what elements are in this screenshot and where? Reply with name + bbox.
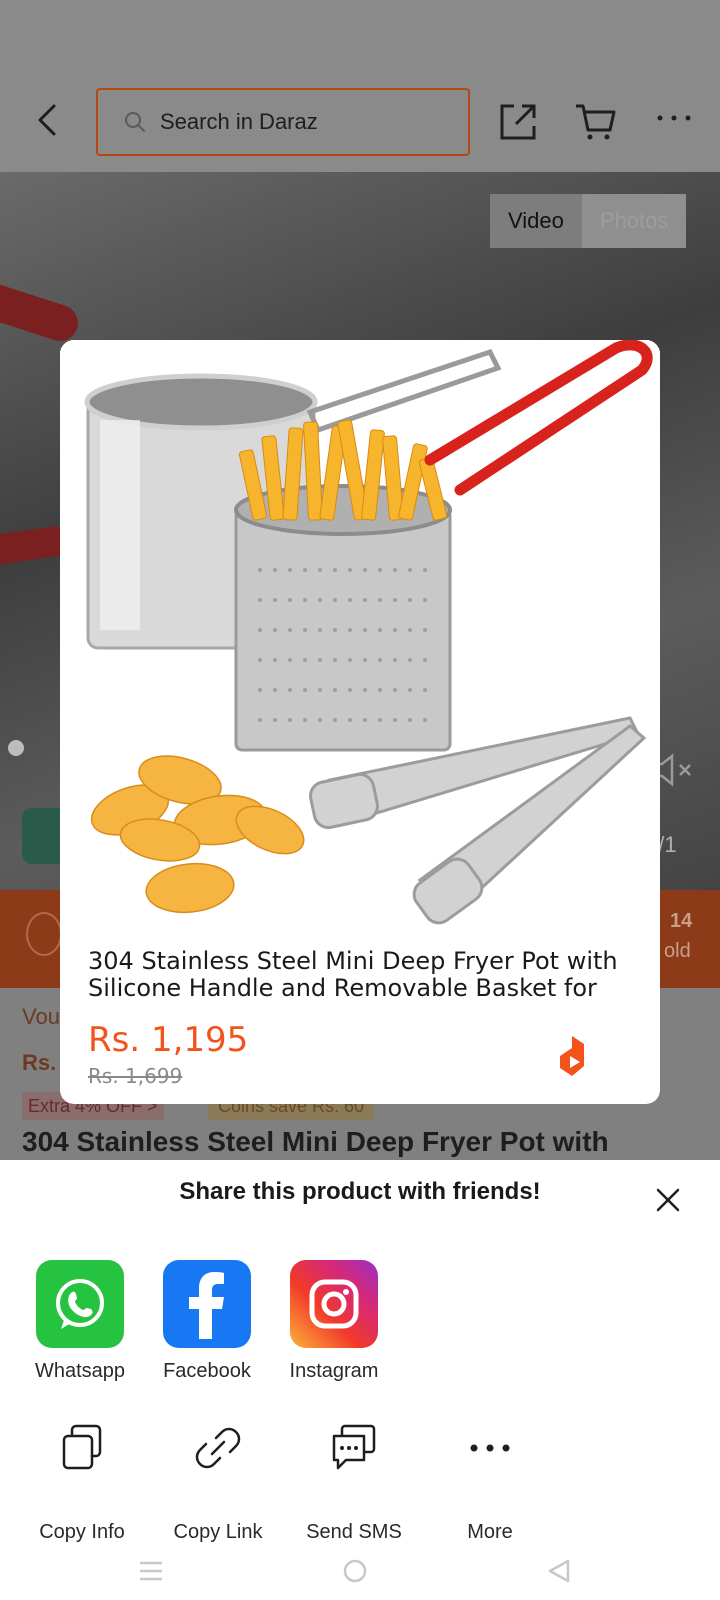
search-placeholder: Search in Daraz [160, 109, 318, 134]
daraz-logo-icon [560, 1036, 584, 1076]
tab-photos[interactable]: Photos [581, 194, 687, 248]
recent-apps-icon[interactable] [138, 1558, 164, 1584]
copy-info-label: Copy Info [39, 1521, 125, 1543]
send-sms-button[interactable]: Send SMS [294, 1418, 414, 1544]
more-options-icon[interactable] [652, 108, 696, 128]
card-price: Rs. 1,195 [88, 1020, 249, 1060]
copy-link-label: Copy Link [173, 1521, 263, 1543]
close-icon[interactable] [650, 1182, 686, 1218]
share-icon[interactable] [496, 100, 540, 144]
card-old-price: Rs. 1,699 [88, 1064, 183, 1088]
share-whatsapp-button[interactable]: Whatsapp [25, 1260, 135, 1383]
whatsapp-icon [36, 1260, 124, 1348]
send-sms-label: Send SMS [306, 1521, 402, 1543]
media-decoration [8, 740, 24, 756]
card-product-title: 304 Stainless Steel Mini Deep Fryer Pot … [88, 947, 618, 1002]
sms-icon [332, 1424, 376, 1470]
facebook-label: Facebook [163, 1360, 251, 1382]
more-label: More [467, 1521, 513, 1543]
product-title-peek: 304 Stainless Steel Mini Deep Fryer Pot … [22, 1126, 609, 1157]
product-share-card: 304 Stainless Steel Mini Deep Fryer Pot … [60, 340, 660, 1104]
media-tabs: Video Photos [490, 194, 687, 248]
product-image [60, 340, 660, 930]
search-input[interactable]: Search in Daraz [96, 88, 470, 156]
share-facebook-button[interactable]: Facebook [152, 1260, 262, 1383]
sold-label: old [664, 940, 691, 962]
top-bar: Search in Daraz [0, 60, 720, 172]
cart-icon[interactable] [574, 100, 618, 144]
back-nav-icon[interactable] [546, 1558, 572, 1584]
system-nav-bar [0, 1546, 720, 1600]
search-icon [125, 112, 145, 132]
copy-info-button[interactable]: Copy Info [22, 1418, 142, 1544]
more-share-button[interactable]: More [430, 1418, 550, 1544]
facebook-icon [163, 1260, 251, 1348]
link-icon [195, 1427, 241, 1469]
status-bar [0, 0, 720, 60]
tab-video[interactable]: Video [490, 194, 582, 248]
voucher-text: Vou [22, 1004, 60, 1029]
ornament-icon [26, 912, 62, 956]
share-sheet-title: Share this product with friends! [179, 1178, 541, 1205]
sold-count: 14 [670, 910, 693, 932]
instagram-label: Instagram [289, 1360, 379, 1382]
home-icon[interactable] [342, 1558, 368, 1584]
back-arrow-icon[interactable] [30, 100, 66, 140]
share-instagram-button[interactable]: Instagram [279, 1260, 389, 1383]
share-sheet: Share this product with friends! Whatsap… [0, 1160, 720, 1600]
copy-link-button[interactable]: Copy Link [158, 1418, 278, 1544]
price-peek: Rs. [22, 1050, 57, 1075]
instagram-icon [290, 1260, 378, 1348]
copy-info-icon [62, 1424, 102, 1470]
more-dots-icon [470, 1444, 510, 1452]
media-background-decoration [0, 274, 83, 346]
whatsapp-label: Whatsapp [34, 1360, 126, 1382]
